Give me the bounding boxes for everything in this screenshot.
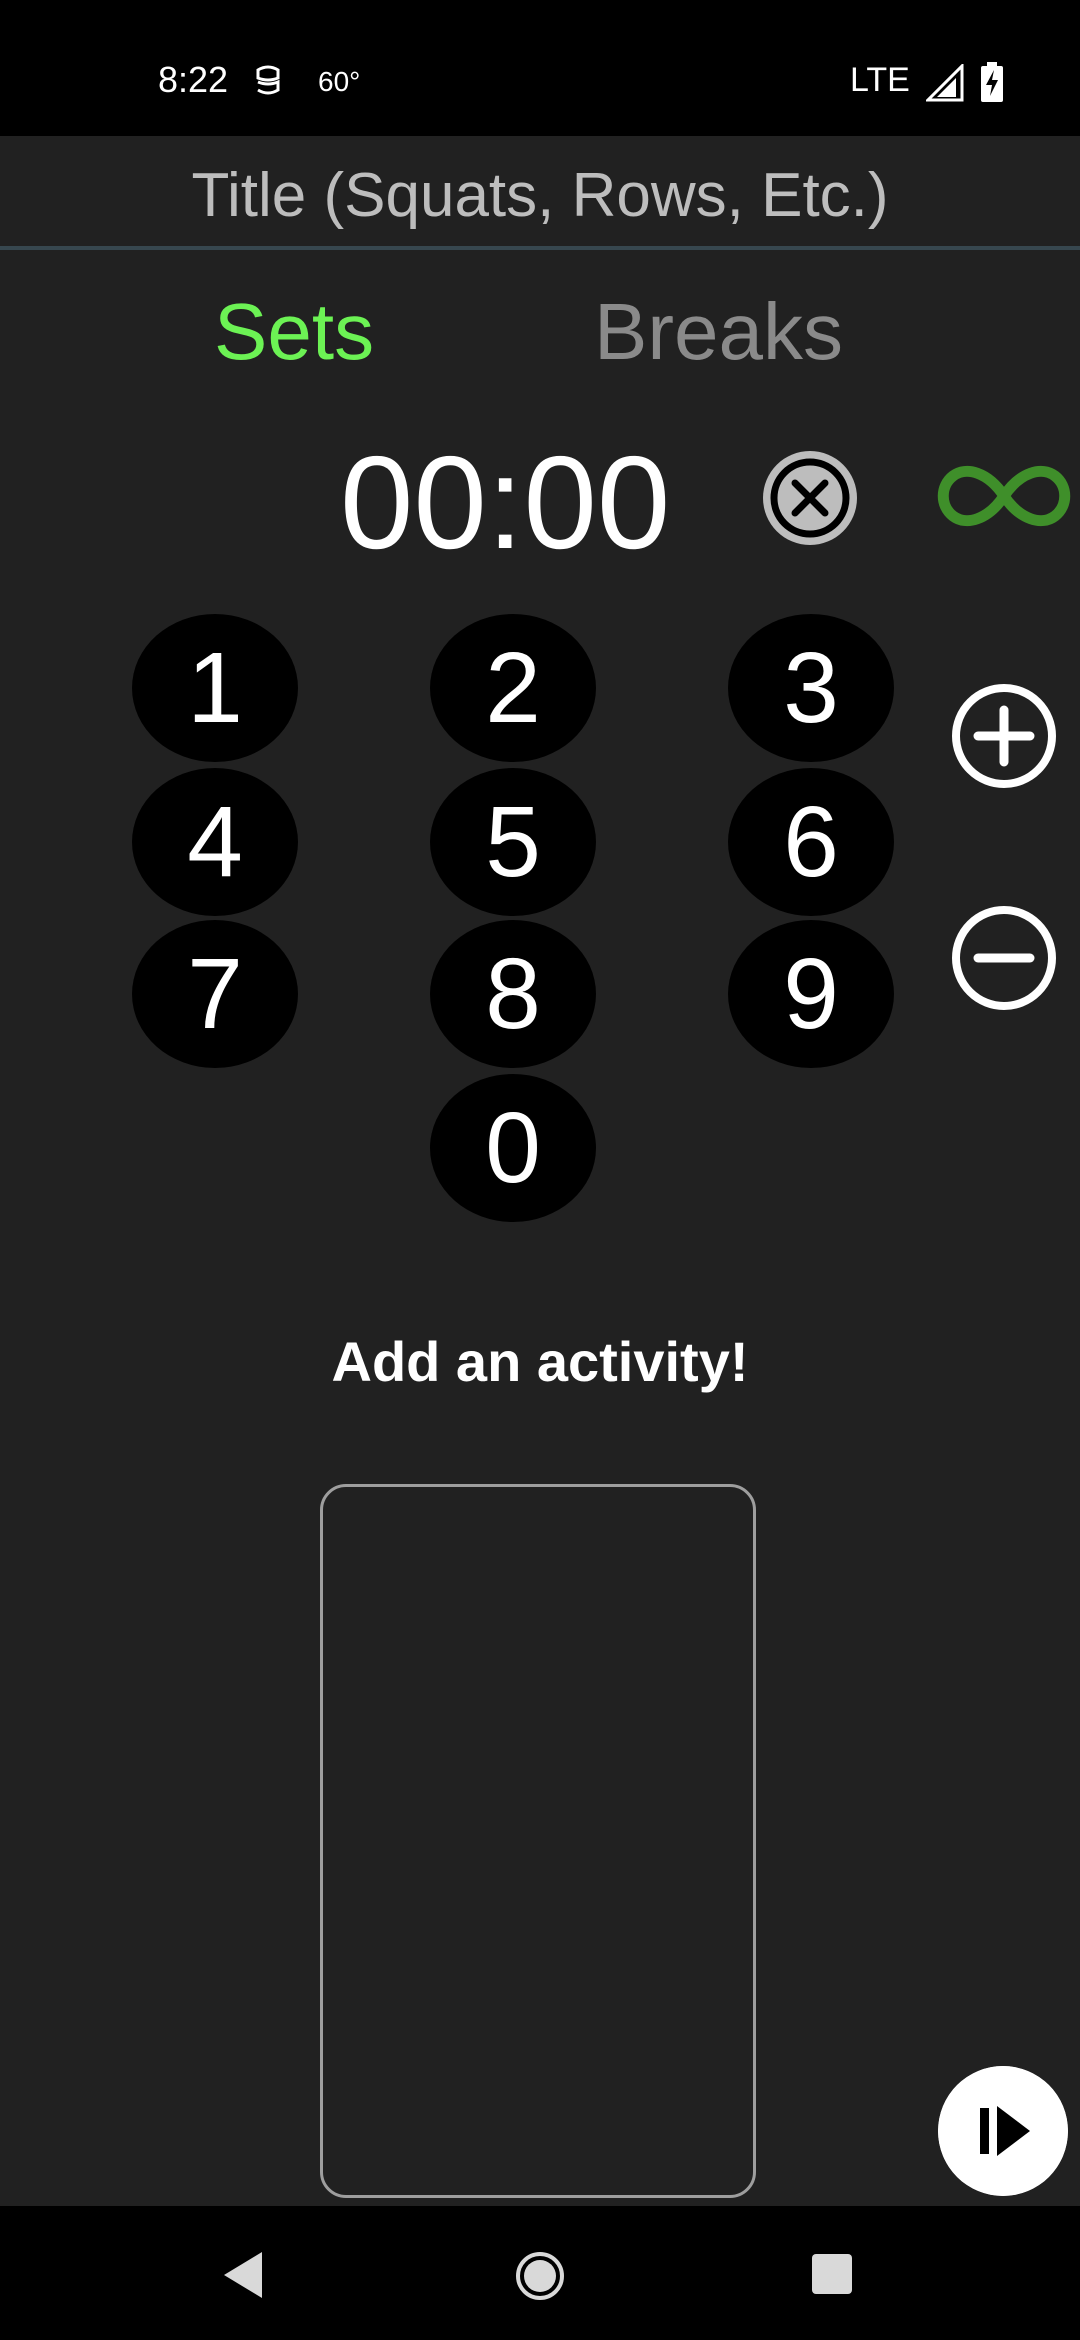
notification-icon	[256, 65, 280, 95]
key-1[interactable]: 1	[132, 614, 298, 762]
infinity-icon[interactable]	[936, 456, 1072, 536]
timer-display: 00:00	[340, 429, 671, 576]
back-icon[interactable]	[220, 2250, 266, 2300]
recents-icon[interactable]	[810, 2252, 854, 2296]
title-underline	[0, 246, 1080, 250]
status-temperature: 60°	[318, 66, 361, 97]
status-time: 8:22	[158, 59, 229, 100]
key-3[interactable]: 3	[728, 614, 894, 762]
key-9[interactable]: 9	[728, 920, 894, 1068]
key-4[interactable]: 4	[132, 768, 298, 916]
tab-sets[interactable]: Sets	[214, 284, 374, 380]
signal-icon	[926, 64, 964, 102]
title-input-placeholder[interactable]: Title (Squats, Rows, Etc.)	[0, 158, 1080, 234]
play-pause-icon[interactable]	[938, 2066, 1068, 2196]
add-activity-prompt: Add an activity!	[331, 1330, 749, 1393]
navigation-bar	[0, 2206, 1080, 2340]
network-type: LTE	[850, 61, 910, 99]
title-field[interactable]: Title (Squats, Rows, Etc.)	[0, 136, 1080, 252]
app-screen: 8:22 60° LTE Title (Squats, Rows, Etc.) …	[0, 0, 1080, 2340]
activity-list[interactable]	[320, 1484, 756, 2198]
key-6[interactable]: 6	[728, 768, 894, 916]
minus-circle-icon[interactable]	[950, 904, 1058, 1012]
key-5[interactable]: 5	[430, 768, 596, 916]
home-icon[interactable]	[514, 2250, 566, 2302]
plus-circle-icon[interactable]	[950, 682, 1058, 790]
key-0[interactable]: 0	[430, 1074, 596, 1222]
status-bar: 8:22 60° LTE	[0, 0, 1080, 136]
battery-charging-icon	[981, 62, 1003, 102]
key-7[interactable]: 7	[132, 920, 298, 1068]
clear-icon[interactable]	[758, 446, 862, 550]
key-2[interactable]: 2	[430, 614, 596, 762]
tab-breaks[interactable]: Breaks	[594, 284, 843, 380]
key-8[interactable]: 8	[430, 920, 596, 1068]
